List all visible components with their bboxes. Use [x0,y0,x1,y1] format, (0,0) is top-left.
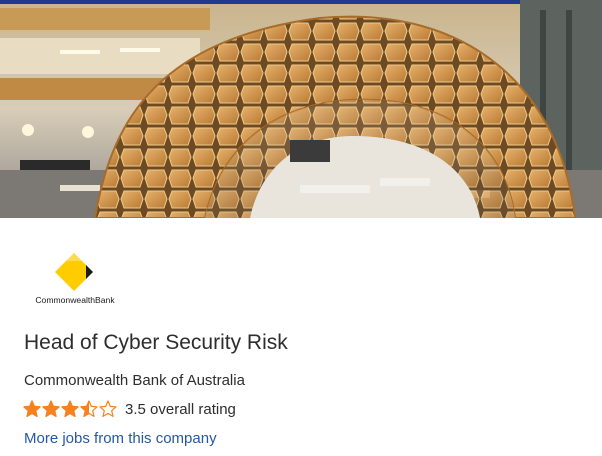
commbank-diamond-icon [55,253,93,291]
star-rating [23,400,118,418]
company-name: Commonwealth Bank of Australia [24,372,245,389]
star-empty-icon [99,400,117,417]
company-rating: 3.5 overall rating [23,399,236,419]
more-jobs-link[interactable]: More jobs from this company [24,430,217,447]
job-title: Head of Cyber Security Risk [24,331,288,354]
star-full-icon [61,400,79,417]
company-job-header: CommonwealthBank Head of Cyber Security … [0,0,602,456]
logo-wordmark: CommonwealthBank [35,295,115,305]
company-logo[interactable]: CommonwealthBank [34,250,116,308]
star-full-icon [23,400,41,417]
star-full-icon [42,400,60,417]
company-banner-image [0,0,602,218]
star-half-icon [80,400,98,417]
rating-text: 3.5 overall rating [125,400,236,418]
